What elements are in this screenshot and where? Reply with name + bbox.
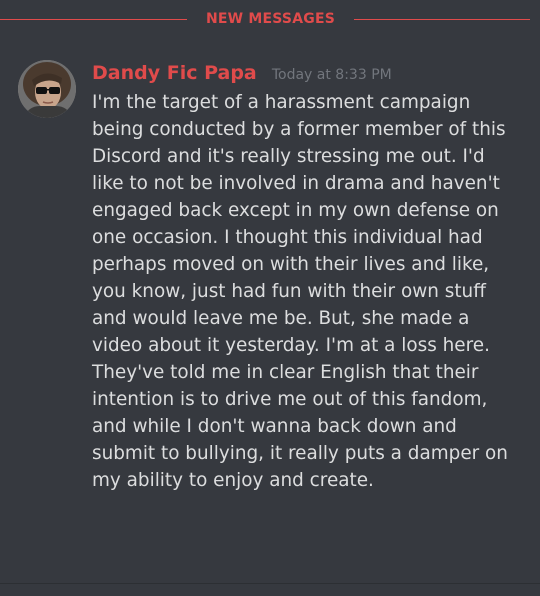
message-timestamp: Today at 8:33 PM [271, 67, 392, 83]
divider-line-right [354, 19, 530, 20]
new-messages-label: NEW MESSAGES [205, 11, 335, 27]
new-messages-divider: NEW MESSAGES [0, 8, 540, 30]
divider-line-left [0, 19, 187, 20]
chat-message: Dandy Fic Papa Today at 8:33 PM I'm the … [0, 55, 540, 555]
bottom-divider [0, 583, 540, 584]
avatar-image [18, 60, 76, 118]
message-header: Dandy Fic Papa Today at 8:33 PM [92, 62, 392, 86]
user-avatar[interactable] [18, 60, 76, 118]
message-content: I'm the target of a harassment campaign … [92, 92, 508, 491]
author-name[interactable]: Dandy Fic Papa [92, 62, 257, 84]
